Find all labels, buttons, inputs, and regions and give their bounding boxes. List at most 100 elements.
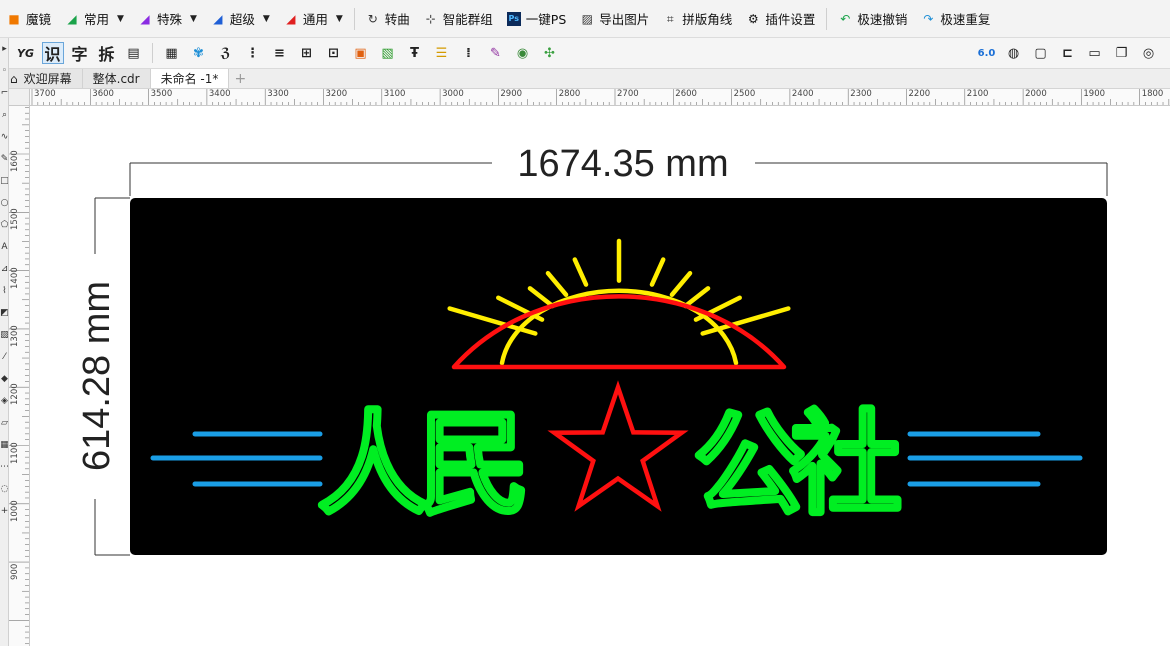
- image-icon[interactable]: ▧: [377, 42, 399, 64]
- menu-label: 插件设置: [765, 12, 816, 27]
- ruler-tick-label: 3700: [34, 89, 56, 99]
- menu-12-button[interactable]: ↶ 极速撤销: [831, 0, 914, 37]
- dots-icon[interactable]: ⁞: [458, 42, 480, 64]
- chevron-down-icon[interactable]: ▼: [190, 14, 197, 24]
- mesh-tool-icon[interactable]: ▦: [0, 434, 8, 456]
- transparency-tool-icon[interactable]: ▨: [0, 324, 8, 346]
- sign-character: 人: [317, 400, 429, 530]
- ruler-tick-label: 1200: [10, 383, 20, 406]
- pen-nib-icon: ◢: [286, 11, 296, 26]
- menu-2-button[interactable]: ◢ 常用 ▼: [58, 0, 131, 37]
- menu-6-button[interactable]: ↻ 转曲: [359, 0, 417, 37]
- keyboard-icon[interactable]: ▭: [1084, 42, 1106, 64]
- pattern-icon[interactable]: ✾: [188, 42, 210, 64]
- menu-11-button[interactable]: ⚙ 插件设置: [739, 0, 822, 37]
- chevron-down-icon[interactable]: ▼: [117, 14, 124, 24]
- width-dimension-label: 1674.35 mm: [517, 143, 728, 185]
- crop-tool-icon[interactable]: ⌐: [0, 82, 8, 104]
- chevron-down-icon[interactable]: ▼: [336, 14, 343, 24]
- menu-10-button[interactable]: ⌗ 拼版角线: [656, 0, 739, 37]
- more-tools-icon[interactable]: +: [0, 500, 8, 522]
- plugin-menubar: ■ 魔镜 ◢ 常用 ▼ ◢ 特殊 ▼ ◢ 超级 ▼ ◢ 通用 ▼ ↻ 转曲 ⊹ 智能群组 Ps 一键PS ▨ 导出图片 ⌗ 拼…: [0, 0, 1170, 38]
- redo-icon: ↷: [923, 11, 934, 26]
- ruler-tick-label: 2800: [558, 89, 581, 99]
- menu-label: 通用: [302, 12, 328, 27]
- split-icon[interactable]: 拆: [96, 42, 118, 64]
- lines-icon[interactable]: ≡: [269, 42, 291, 64]
- blend-tool-icon[interactable]: ⋯: [0, 456, 8, 478]
- fill-tool-icon[interactable]: ◆: [0, 368, 8, 390]
- menu-label: 导出图片: [599, 12, 650, 27]
- contour-tool-icon[interactable]: ◌: [0, 478, 8, 500]
- ruler-tick-label: 3200: [325, 89, 348, 99]
- menu-7-button[interactable]: ⊹ 智能群组: [417, 0, 500, 37]
- ruler-tick-label: 3500: [150, 89, 173, 99]
- ruler-tick-label: 1600: [10, 150, 20, 172]
- text-tool-icon[interactable]: A: [0, 236, 8, 258]
- ruler-tick-label: 1900: [1083, 89, 1106, 99]
- menu-8-button[interactable]: Ps 一键PS: [500, 0, 573, 37]
- smart-group-icon: ⊹: [425, 11, 436, 26]
- menu-label: 超级: [229, 12, 255, 27]
- brush-icon[interactable]: ✎: [485, 42, 507, 64]
- yg-logo-icon[interactable]: YG: [15, 42, 37, 64]
- parallel-dim-tool-icon[interactable]: ⊿: [0, 258, 8, 280]
- ruler-tick-label: 3000: [442, 89, 464, 99]
- color-swatch-icon[interactable]: ▣: [350, 42, 372, 64]
- layers-icon[interactable]: ❐: [1111, 42, 1133, 64]
- sign-character: 社: [790, 400, 902, 530]
- shape-tool-icon[interactable]: ◦: [0, 60, 8, 82]
- weld-icon[interactable]: ℨ: [215, 42, 237, 64]
- align-nodes-icon[interactable]: ⋮: [242, 42, 264, 64]
- vertical-ruler[interactable]: 1600 1500 1400 1300 1200 1100 1000 900: [9, 106, 30, 646]
- recognize-text-icon[interactable]: 识: [41, 42, 64, 64]
- menu-3-button[interactable]: ◢ 特殊 ▼: [131, 0, 204, 37]
- drawing-canvas[interactable]: 1674.35 mm 614.28 mm 人民 公社: [30, 106, 1170, 646]
- ruler-tick-label: 2700: [617, 89, 639, 99]
- table-icon[interactable]: ▦: [161, 42, 183, 64]
- ecut-icon[interactable]: 6.0: [976, 42, 998, 64]
- polygon-tool-icon[interactable]: ⬠: [0, 214, 8, 236]
- add-tab-icon[interactable]: +: [229, 69, 251, 88]
- tab-label: 未命名 -1*: [160, 72, 219, 86]
- puzzle-icon[interactable]: ✣: [539, 42, 561, 64]
- ruler-corner[interactable]: [9, 89, 30, 106]
- sign-character: 民: [418, 400, 530, 530]
- menu-5-button[interactable]: ◢ 通用 ▼: [277, 0, 350, 37]
- trace-icon[interactable]: ◍: [1003, 42, 1025, 64]
- menu-13-button[interactable]: ↷ 极速重复: [914, 0, 997, 37]
- disc-icon[interactable]: ◉: [512, 42, 534, 64]
- menu-4-button[interactable]: ◢ 超级 ▼: [204, 0, 277, 37]
- horizontal-ruler[interactable]: 3700 3600 3500 3400 3300 3200 3100 3000 2900 2800…: [30, 89, 1170, 106]
- target-icon[interactable]: ◎: [1138, 42, 1160, 64]
- text-align-icon[interactable]: Ŧ: [404, 42, 426, 64]
- pen-tool-icon[interactable]: ✎: [0, 148, 8, 170]
- measure-icon[interactable]: ⊏: [1057, 42, 1079, 64]
- menu-label: 常用: [84, 12, 110, 27]
- tab-3[interactable]: 未命名 -1*: [150, 69, 230, 88]
- distribute-icon[interactable]: ⊞: [296, 42, 318, 64]
- ruler-tick-label: 2100: [966, 89, 989, 99]
- eyedropper-tool-icon[interactable]: ⁄: [0, 346, 8, 368]
- chevron-down-icon[interactable]: ▼: [263, 14, 270, 24]
- crop-marks-icon: ⌗: [666, 11, 674, 26]
- freehand-tool-icon[interactable]: ∿: [0, 126, 8, 148]
- ruler-tick-label: 1400: [10, 266, 20, 289]
- connector-tool-icon[interactable]: ⌇: [0, 280, 8, 302]
- menu-1-button[interactable]: ■ 魔镜: [0, 0, 58, 37]
- ellipse-tool-icon[interactable]: ○: [0, 192, 8, 214]
- select-tool-icon[interactable]: ▸: [0, 38, 8, 60]
- character-icon[interactable]: 字: [69, 42, 91, 64]
- shadow-tool-icon[interactable]: ◩: [0, 302, 8, 324]
- zoom-tool-icon[interactable]: ⌕: [0, 104, 8, 126]
- copy-pages-icon[interactable]: ▤: [123, 42, 145, 64]
- box-icon[interactable]: ▢: [1030, 42, 1052, 64]
- outline-tool-icon[interactable]: ▱: [0, 412, 8, 434]
- rectangle-tool-icon[interactable]: □: [0, 170, 8, 192]
- smart-fill-tool-icon[interactable]: ◈: [0, 390, 8, 412]
- menu-9-button[interactable]: ▨ 导出图片: [573, 0, 656, 37]
- list-icon[interactable]: ☰: [431, 42, 453, 64]
- tab-1[interactable]: ⌂ 欢迎屏幕: [0, 69, 83, 88]
- select-area-icon[interactable]: ⊡: [323, 42, 345, 64]
- tab-2[interactable]: 整体.cdr: [82, 69, 151, 88]
